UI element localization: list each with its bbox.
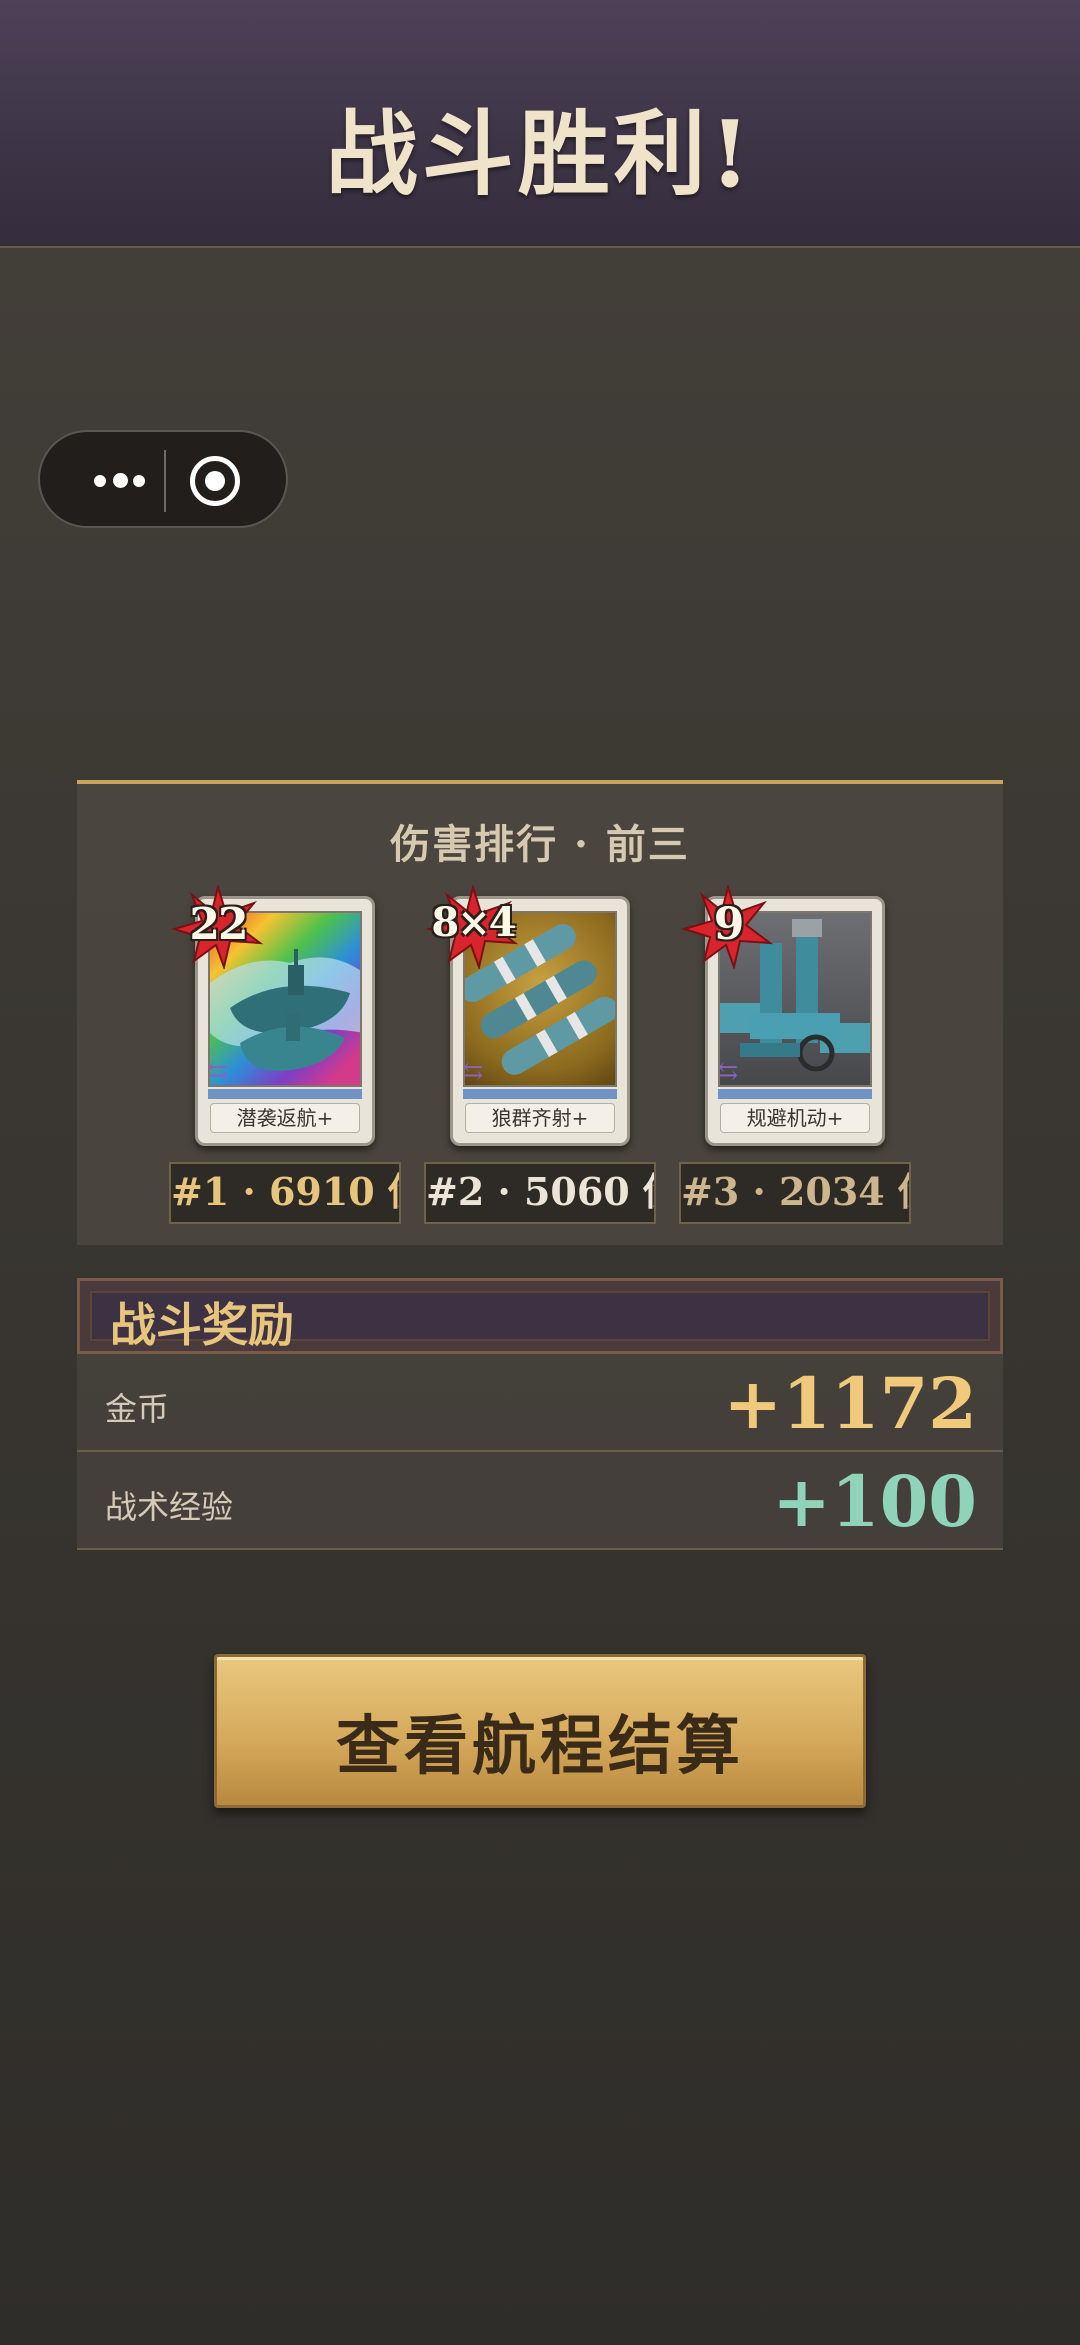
card-cost: 8×4 [431, 899, 516, 946]
reward-value: +100 [772, 1460, 977, 1543]
reward-row-gold: 金币 +1172 [77, 1354, 1003, 1452]
cost-star-icon: 9 [680, 885, 776, 969]
reward-row-exp: 战术经验 +100 [77, 1452, 1003, 1550]
cost-star-icon: 22 [170, 885, 266, 969]
ranking-title: 伤害排行 · 前三 [390, 821, 690, 868]
card-name: 潜袭返航+ [210, 1103, 360, 1133]
card-bar [718, 1089, 872, 1099]
card-bar [463, 1089, 617, 1099]
rewards-title: 战斗奖励 [110, 1298, 294, 1352]
card-cost: 9 [713, 899, 745, 950]
damage-label-3: #3 · 2034 伤害 [679, 1162, 911, 1224]
page-title: 战斗胜利! [325, 100, 755, 208]
rewards-panel: 战斗奖励 金币 +1172 战术经验 +100 [77, 1278, 1003, 1554]
card-bar [208, 1089, 362, 1099]
swap-icon: ⇆ [463, 1057, 484, 1085]
cost-star-icon: 8×4 [425, 885, 521, 969]
card-3[interactable]: ⇆ 规避机动+ 9 [680, 885, 885, 1146]
view-voyage-summary-button[interactable]: 查看航程结算 [214, 1654, 866, 1808]
damage-label-1: #1 · 6910 伤害 [169, 1162, 401, 1224]
reward-label: 金币 [105, 1390, 170, 1428]
damage-label-2: #2 · 5060 伤害 [424, 1162, 656, 1224]
more-dots-icon[interactable] [70, 458, 170, 504]
rewards-header: 战斗奖励 [77, 1278, 1003, 1354]
capsule-divider [164, 450, 166, 512]
reward-label: 战术经验 [105, 1488, 234, 1526]
target-circle-icon[interactable] [190, 456, 240, 506]
card-1[interactable]: ⇆ 潜袭返航+ 22 [170, 885, 375, 1146]
card-2[interactable]: ⇆ 狼群齐射+ 8×4 [425, 885, 630, 1146]
button-label: 查看航程结算 [336, 1709, 744, 1784]
card-name: 狼群齐射+ [465, 1103, 615, 1133]
card-name: 规避机动+ [720, 1103, 870, 1133]
damage-ranking-panel: 伤害排行 · 前三 ⇆ 潜袭返航+ 22 ⇆ 狼群齐射+ 8×4 ⇆ 规避机动+… [77, 780, 1003, 1245]
swap-icon: ⇆ [208, 1057, 229, 1085]
card-cost: 22 [189, 899, 248, 950]
mini-program-capsule [38, 430, 288, 528]
swap-icon: ⇆ [718, 1057, 739, 1085]
reward-value: +1172 [723, 1362, 977, 1445]
header-bar: 战斗胜利! [0, 0, 1080, 248]
